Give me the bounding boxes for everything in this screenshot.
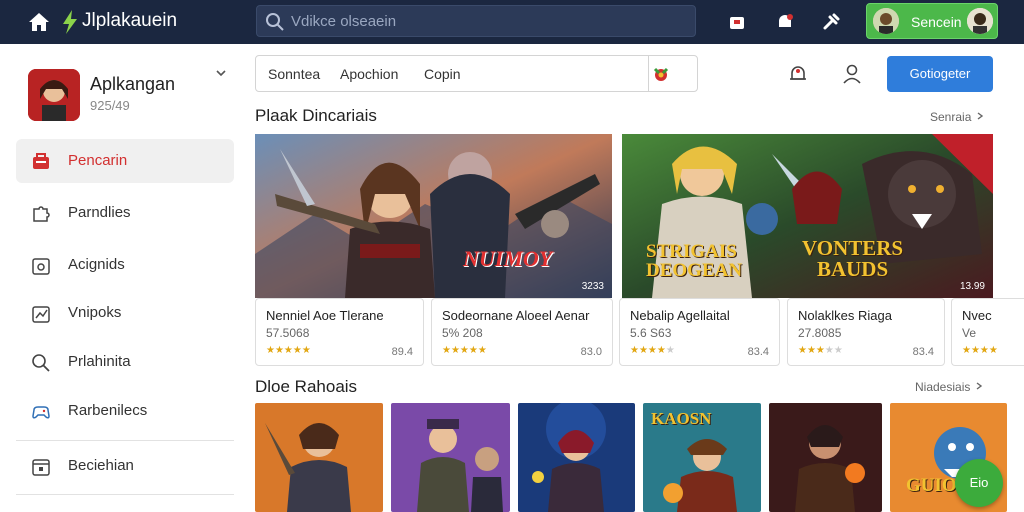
sidebar-item-vnipoks[interactable]: Vnipoks (16, 291, 234, 335)
badge-icon[interactable] (649, 63, 673, 85)
rating-stars: ★★★★★ (442, 345, 487, 356)
tablet-icon (32, 258, 50, 275)
banner-logo: STRIGAIS DEOGEAN (646, 241, 743, 281)
card-subtitle: 57.5068 (266, 326, 310, 340)
sidebar-item-pencarin[interactable]: Pencarin (16, 139, 234, 183)
calendar-icon (32, 459, 50, 476)
rating-stars: ★★★★★ (798, 345, 843, 356)
search-bar[interactable] (256, 5, 696, 37)
notification-icon[interactable] (774, 11, 796, 33)
recommended-title: Dloe Rahoais (255, 377, 358, 396)
avatar (873, 8, 899, 34)
featured-banner[interactable]: STRIGAIS DEOGEAN VONTERS BAUDS 13.99 (622, 134, 993, 298)
banner-badge: 3233 (581, 281, 604, 292)
card-price: 83.4 (912, 346, 934, 358)
logo-icon (60, 8, 80, 36)
game-thumbnail[interactable] (769, 403, 882, 512)
profile-icon[interactable] (840, 62, 864, 86)
card-title: Nolaklkes Riaga (798, 308, 892, 323)
card-price: 89.4 (391, 346, 413, 358)
game-card[interactable]: Nebalip Agellaital 5.6 S63 ★★★★★ 83.4 (619, 298, 780, 366)
game-thumbnail[interactable] (255, 403, 383, 512)
game-thumbnail[interactable] (518, 403, 635, 512)
card-title: Nenniel Aoe Tlerane (266, 308, 384, 323)
rating-stars: ★★★★★ (266, 345, 311, 356)
chevron-down-icon[interactable] (214, 66, 228, 83)
tab-sonntea[interactable]: Sonntea (268, 66, 320, 82)
card-title: Nvec (962, 308, 992, 323)
rating-stars: ★★★★ (962, 345, 998, 356)
chevron-right-icon (976, 382, 982, 390)
game-card[interactable]: Nvec Ve ★★★★ (951, 298, 1024, 366)
category-tabs: Sonntea Apochion Copin (255, 55, 698, 92)
card-subtitle: 5% 208 (442, 326, 483, 340)
banner-logo: NUIMOY (463, 246, 553, 271)
sidebar-item-parndlies[interactable]: Parndlies (16, 191, 234, 235)
sidebar-item-beciehian[interactable]: Beciehian (16, 444, 234, 488)
banner-logo-secondary: VONTERS BAUDS (802, 236, 904, 281)
recommended-see-all-link[interactable]: Niadesiais (915, 380, 984, 394)
gift-icon[interactable] (726, 11, 748, 33)
tools-icon[interactable] (820, 11, 842, 33)
chart-icon (32, 306, 50, 323)
tab-copin[interactable]: Copin (424, 66, 461, 82)
card-subtitle: 5.6 S63 (630, 326, 672, 340)
game-card[interactable]: Nenniel Aoe Tlerane 57.5068 ★★★★★ 89.4 (255, 298, 424, 366)
search-icon (266, 13, 284, 31)
avatar-secondary (967, 8, 993, 34)
store-icon (33, 153, 49, 169)
game-thumbnail[interactable] (391, 403, 510, 512)
sidebar-divider (16, 494, 234, 495)
app-title: Jlplakauein (82, 10, 178, 31)
sidebar: Aplkangan 925/49 Pencarin Parndlies Acig… (0, 44, 250, 512)
tab-apochion[interactable]: Apochion (340, 66, 398, 82)
featured-title: Plaak Dincariais (255, 106, 377, 125)
sidebar-divider (16, 440, 234, 441)
search-input[interactable] (291, 10, 671, 32)
banner-badge: 13.99 (959, 281, 985, 292)
sidebar-item-rarbenilecs[interactable]: Rarbenilecs (16, 389, 234, 433)
card-price: 83.0 (580, 346, 602, 358)
card-title: Sodeornane Aloeel Aenar (442, 308, 590, 323)
app-name: Aplkangan (90, 74, 176, 94)
game-card[interactable]: Nolaklkes Riaga 27.8085 ★★★★★ 83.4 (787, 298, 945, 366)
card-price: 83.4 (747, 346, 769, 358)
chevron-right-icon (977, 112, 983, 120)
puzzle-icon (33, 206, 50, 222)
card-title: Nebalip Agellaital (630, 308, 730, 323)
user-label: Sencein (911, 14, 962, 30)
app-sub: 925/49 (90, 98, 130, 113)
banner-artwork (255, 134, 612, 298)
app-icon[interactable] (28, 69, 80, 121)
bell-icon[interactable] (786, 62, 810, 86)
featured-banner[interactable]: NUIMOY 3233 (255, 134, 612, 298)
primary-button[interactable]: Gotiogeter (887, 56, 993, 92)
sidebar-item-prlahinita[interactable]: Prlahinita (16, 340, 234, 384)
card-subtitle: Ve (962, 326, 977, 340)
floating-action-button[interactable]: Eio (955, 459, 1003, 507)
home-icon[interactable] (26, 9, 52, 35)
game-thumbnail[interactable]: KAOSN (643, 403, 761, 512)
game-card[interactable]: Sodeornane Aloeel Aenar 5% 208 ★★★★★ 83.… (431, 298, 613, 366)
top-bar: Jlplakauein Sencein (0, 0, 1024, 44)
thumbnail-logo: KAOSN (651, 409, 712, 428)
card-subtitle: 27.8085 (798, 326, 842, 340)
search-icon (32, 354, 50, 372)
gamepad-icon (32, 406, 50, 419)
featured-see-all-link[interactable]: Senraia (930, 110, 985, 124)
user-button[interactable]: Sencein (866, 3, 998, 39)
sidebar-item-acignids[interactable]: Acignids (16, 243, 234, 287)
rating-stars: ★★★★★ (630, 345, 675, 356)
